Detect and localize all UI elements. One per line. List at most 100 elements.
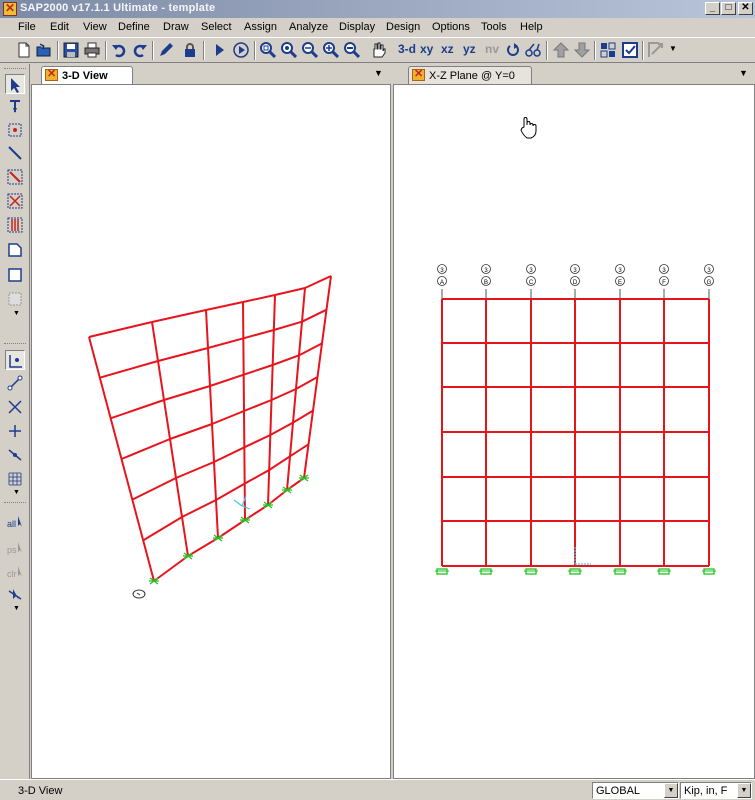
pencil-icon[interactable] [156, 40, 176, 60]
quick-draw-frame-icon[interactable] [5, 167, 25, 187]
assign-menu-icon[interactable] [646, 40, 666, 60]
toolbar-more-arrow[interactable]: ▼ [669, 44, 677, 53]
get-previous-selection-icon[interactable]: ps [5, 538, 25, 558]
draw-rect-area-icon[interactable] [5, 265, 25, 285]
snap-ends-icon[interactable] [5, 373, 25, 393]
quick-draw-secondary-beams-icon[interactable] [5, 215, 25, 235]
menu-define[interactable]: Define [118, 21, 150, 33]
run-analysis-icon[interactable] [209, 40, 229, 60]
frame-beam [211, 410, 245, 425]
set-display-icon[interactable] [620, 40, 640, 60]
tab-xz-plane[interactable]: X-Z Plane @ Y=0 [408, 66, 532, 84]
draw-joint-icon[interactable] [5, 120, 25, 140]
move-down-icon[interactable] [572, 40, 592, 60]
coordinate-system-select[interactable]: GLOBAL ▼ [592, 782, 679, 799]
perspective-icon[interactable] [523, 40, 543, 60]
print-icon[interactable] [82, 40, 102, 60]
frame-beam [151, 309, 207, 323]
menu-assign[interactable]: Assign [244, 21, 277, 33]
snap-intersections-icon[interactable] [5, 397, 25, 417]
menu-options[interactable]: Options [432, 21, 470, 33]
close-button[interactable]: ✕ [738, 2, 753, 15]
pane-xz-dropdown-arrow[interactable]: ▼ [739, 68, 748, 78]
left-toolbar-more-arrow-3[interactable]: ▼ [13, 605, 20, 612]
sap2000-app-icon[interactable] [3, 1, 17, 16]
zoom-window-icon[interactable] [258, 40, 278, 60]
frame-beam [88, 321, 153, 338]
tab-3d-view[interactable]: 3-D View [41, 66, 133, 84]
open-icon[interactable] [34, 40, 54, 60]
zoom-in-icon[interactable] [321, 40, 341, 60]
lock-icon[interactable] [180, 40, 200, 60]
quick-draw-braces-icon[interactable] [5, 191, 25, 211]
coordinate-system-value: GLOBAL [596, 785, 641, 797]
window-title: SAP2000 v17.1.1 Ultimate - template [20, 2, 216, 14]
frame-beam [243, 434, 271, 449]
menu-design[interactable]: Design [386, 21, 420, 33]
zoom-out-icon[interactable] [342, 40, 362, 60]
menu-help[interactable]: Help [520, 21, 543, 33]
intersecting-line-select-icon[interactable] [5, 585, 25, 605]
chevron-down-icon[interactable]: ▼ [737, 783, 751, 798]
reshape-icon[interactable] [5, 96, 25, 116]
pane-3d-dropdown-arrow[interactable]: ▼ [374, 68, 383, 78]
view-yz-button[interactable]: yz [463, 42, 476, 56]
redo-icon[interactable] [130, 40, 150, 60]
frame-beam [131, 477, 177, 501]
frame-beam [181, 499, 217, 518]
snap-perpendicular-icon[interactable] [5, 421, 25, 441]
left-toolbar-more-arrow-2[interactable]: ▼ [13, 489, 20, 496]
view-3d-button[interactable]: 3-d [398, 42, 416, 56]
pointer-select-icon[interactable] [5, 74, 25, 94]
zoom-previous-icon[interactable] [300, 40, 320, 60]
run-options-icon[interactable] [231, 40, 251, 60]
rotate-icon[interactable] [503, 40, 523, 60]
frame-beam [215, 482, 246, 501]
move-up-icon[interactable] [551, 40, 571, 60]
quick-draw-area-icon[interactable] [5, 289, 25, 309]
maximize-button[interactable]: □ [721, 2, 736, 15]
frame-beam [209, 373, 244, 387]
draw-poly-area-icon[interactable] [5, 240, 25, 260]
chevron-down-icon[interactable]: ▼ [664, 783, 678, 798]
select-all-icon[interactable]: all [5, 512, 25, 532]
undo-icon[interactable] [109, 40, 129, 60]
grid-bubble-bottom-label: D [573, 280, 578, 286]
view-xz-button[interactable]: xz [441, 42, 454, 56]
grid-bubble-bottom-label: C [529, 280, 534, 286]
svg-text:all: all [7, 519, 16, 529]
zoom-restore-icon[interactable] [279, 40, 299, 60]
menu-view[interactable]: View [83, 21, 107, 33]
new-model-icon[interactable] [14, 40, 34, 60]
frame-beam [153, 555, 189, 582]
canvas-xz-plane[interactable]: 3A3B3C3D3E3F3G [393, 84, 755, 779]
snap-fine-grid-icon[interactable] [5, 469, 25, 489]
save-icon[interactable] [61, 40, 81, 60]
left-toolbar-more-arrow-1[interactable]: ▼ [13, 310, 20, 317]
pan-hand-icon[interactable] [368, 40, 388, 60]
title-bar: SAP2000 v17.1.1 Ultimate - template _ □ … [0, 0, 755, 18]
menu-analyze[interactable]: Analyze [289, 21, 328, 33]
frame-beam [243, 364, 273, 376]
menu-file[interactable]: File [18, 21, 36, 33]
draw-frame-icon[interactable] [5, 143, 25, 163]
frame-beam [289, 443, 310, 458]
view-xy-button[interactable]: xy [420, 42, 433, 56]
menu-select[interactable]: Select [201, 21, 232, 33]
snap-lines-icon[interactable] [5, 445, 25, 465]
canvas-3d-view[interactable] [31, 84, 391, 779]
clear-selection-icon[interactable]: clr [5, 562, 25, 582]
global-axis-icon [233, 495, 251, 510]
menu-edit[interactable]: Edit [50, 21, 69, 33]
object-shrink-icon[interactable] [598, 40, 618, 60]
units-select[interactable]: Kip, in, F ▼ [680, 782, 752, 799]
menu-tools[interactable]: Tools [481, 21, 507, 33]
minimize-button[interactable]: _ [705, 2, 720, 15]
menu-draw[interactable]: Draw [163, 21, 189, 33]
snap-points-icon[interactable] [5, 350, 25, 370]
frame-beam [207, 337, 244, 349]
units-value: Kip, in, F [684, 785, 728, 797]
view-nv-button[interactable]: nv [485, 42, 499, 56]
frame-beam [157, 347, 209, 362]
menu-display[interactable]: Display [339, 21, 375, 33]
